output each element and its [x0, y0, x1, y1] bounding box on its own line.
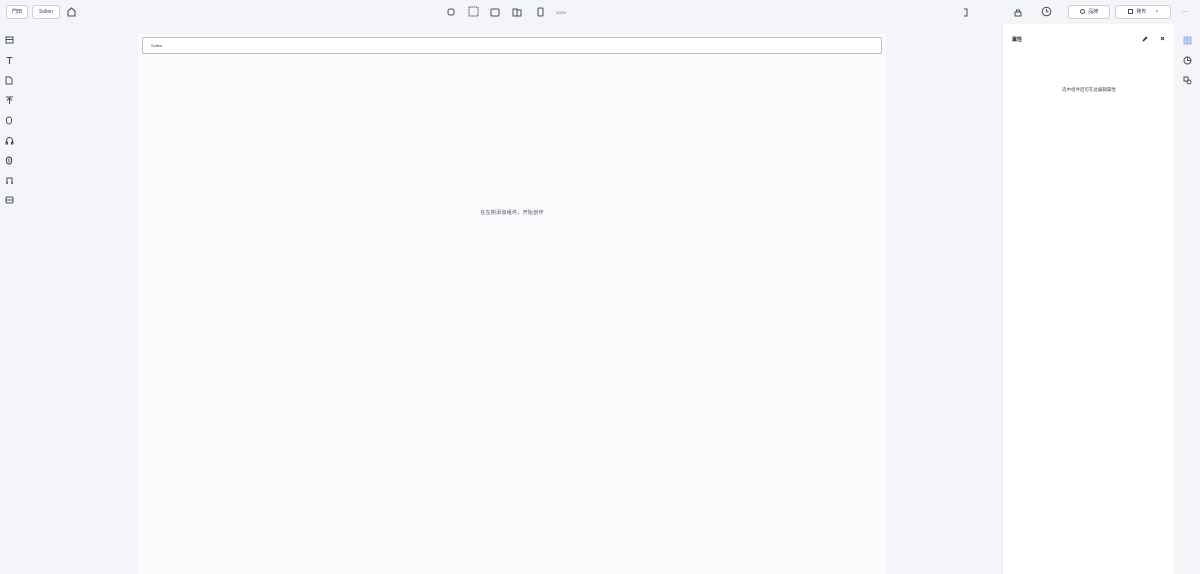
- page-header-input[interactable]: Sollen: [142, 37, 882, 54]
- style-icon[interactable]: [1182, 55, 1192, 65]
- layout-icon[interactable]: [4, 35, 14, 45]
- audio-icon[interactable]: [4, 135, 14, 145]
- page-header-text: Sollen: [151, 43, 163, 48]
- bracket-icon[interactable]: [960, 6, 970, 18]
- right-tool-rail: [1174, 24, 1200, 574]
- close-icon[interactable]: [1158, 34, 1166, 43]
- panel-title: 属性: [1012, 37, 1023, 43]
- bag-icon[interactable]: [1013, 6, 1023, 18]
- page-name-button[interactable]: Sollen: [32, 5, 60, 19]
- more-menu[interactable]: ···: [1182, 9, 1188, 15]
- media-icon[interactable]: [4, 115, 14, 125]
- project-menu-button[interactable]: 門田: [6, 5, 28, 19]
- left-component-rail: [0, 24, 22, 574]
- canvas-area: Sollen 在左侧添加组件，开始创作: [22, 24, 1002, 574]
- layers-icon[interactable]: [1182, 75, 1192, 85]
- desktop-view-icon[interactable]: [467, 5, 479, 18]
- circle-view-icon[interactable]: [446, 6, 456, 18]
- text-icon[interactable]: [4, 55, 14, 65]
- user-icon: [1079, 9, 1085, 15]
- mobile-view-icon[interactable]: [535, 6, 545, 18]
- preview-label: 品牌: [1088, 9, 1099, 15]
- panel-empty-message: 选中组件后可在此编辑属性: [1062, 87, 1116, 92]
- clock-icon[interactable]: [1040, 5, 1052, 18]
- properties-panel: 属性 选中组件后可在此编辑属性: [1002, 24, 1174, 574]
- tablet-view-icon[interactable]: [489, 6, 500, 18]
- form-icon[interactable]: [4, 195, 14, 205]
- pin-icon[interactable]: [1141, 34, 1149, 43]
- zoom-readout[interactable]: 100%: [556, 10, 566, 15]
- top-toolbar: 門田 Sollen 100% 品牌 発布 ▾ ···: [0, 0, 1200, 24]
- home-icon[interactable]: [66, 6, 76, 18]
- preview-button[interactable]: 品牌: [1068, 5, 1110, 19]
- settings-panel-icon[interactable]: [1182, 35, 1192, 45]
- empty-canvas-hint: 在左侧添加组件，开始创作: [480, 210, 544, 216]
- split-view-icon[interactable]: [511, 6, 522, 18]
- publish-button[interactable]: 発布 ▾: [1115, 5, 1171, 19]
- shape-icon[interactable]: [4, 75, 14, 85]
- upload-icon[interactable]: [4, 95, 14, 105]
- publish-icon: [1127, 9, 1133, 15]
- component-icon[interactable]: [4, 155, 14, 165]
- chevron-down-icon: ▾: [1155, 9, 1159, 15]
- music-icon[interactable]: [4, 175, 14, 185]
- publish-label: 発布: [1136, 9, 1147, 15]
- page-canvas[interactable]: Sollen 在左侧添加组件，开始创作: [138, 34, 886, 574]
